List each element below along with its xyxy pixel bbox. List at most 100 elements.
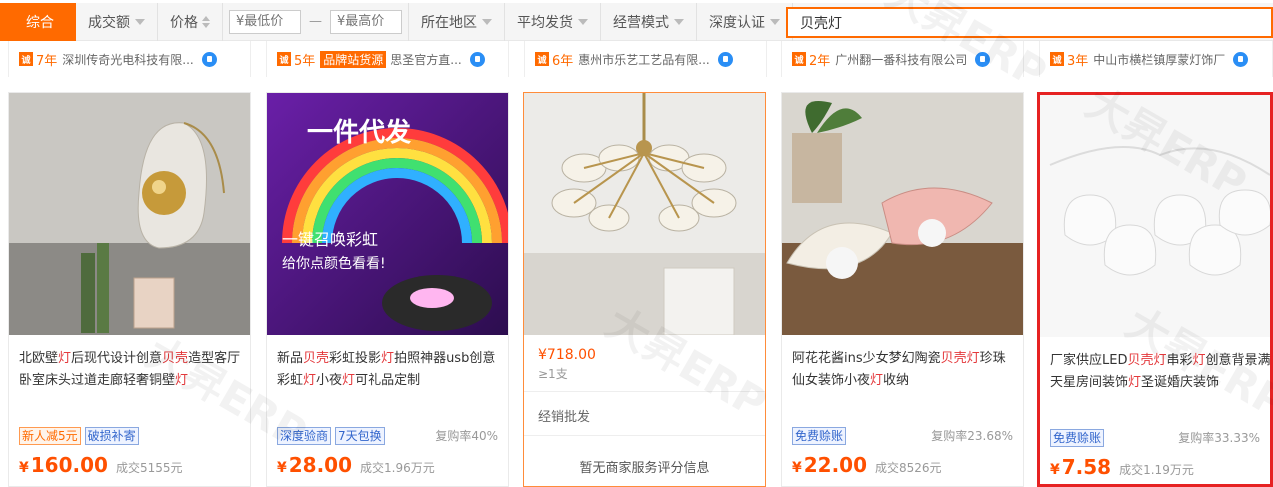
title-keyword: 贝壳 <box>303 351 330 366</box>
product-tags: 免费赊账 <box>792 427 847 445</box>
supplier-name[interactable]: 中山市横栏镇厚蒙灯饰厂 <box>1093 51 1225 68</box>
supplier-row: 诚 7年 深圳传奇光电科技有限... 诚 5年 品牌站货源 思圣官方直... 诚… <box>0 41 1273 77</box>
title-part: 新品 <box>277 351 304 366</box>
trust-badge-icon: 诚 <box>277 52 291 66</box>
chevron-down-icon <box>482 18 492 25</box>
title-keyword: 灯 <box>870 373 884 388</box>
sold-amount: 成交5155元 <box>115 461 183 475</box>
product-price: ¥718.00 <box>538 347 596 363</box>
region-filter[interactable]: 所在地区 <box>409 2 505 41</box>
chat-icon[interactable] <box>201 51 217 67</box>
price-value: 7.58 <box>1061 455 1112 479</box>
price-range: — <box>223 2 409 41</box>
product-price: ¥7.58 <box>1050 455 1111 479</box>
search-input[interactable] <box>800 14 1271 31</box>
title-part: 厂家供应LED <box>1050 353 1128 368</box>
chat-icon[interactable] <box>975 51 991 67</box>
product-title[interactable]: 厂家供应LED贝壳灯串彩灯创意背景满天星房间装饰灯圣诞婚庆装饰 <box>1050 350 1273 394</box>
supplier-info[interactable]: 诚 3年 中山市横栏镇厚蒙灯饰厂 <box>1039 41 1273 77</box>
biz-mode-filter[interactable]: 经营模式 <box>601 2 697 41</box>
supplier-info[interactable]: 诚 2年 广州翻一番科技有限公司 <box>781 41 1024 77</box>
product-card-selected[interactable]: 厂家供应LED贝壳灯串彩灯创意背景满天星房间装饰灯圣诞婚庆装饰 免费赊账 复购率… <box>1037 92 1273 487</box>
title-part: 北欧壁 <box>19 351 59 366</box>
price-line: ¥22.00 成交8526元 <box>792 453 942 477</box>
trust-badge-icon: 诚 <box>792 52 806 66</box>
title-part: 可礼品定制 <box>355 373 421 388</box>
avg-ship-filter[interactable]: 平均发货 <box>505 2 601 41</box>
title-part: 圣诞婚庆装饰 <box>1141 375 1220 390</box>
sold-amount: 成交1.96万元 <box>360 461 435 475</box>
product-title[interactable]: 北欧壁灯后现代设计创意贝壳造型客厅卧室床头过道走廊轻奢铜壁灯 <box>19 348 244 392</box>
supplier-name[interactable]: 惠州市乐艺工艺品有限... <box>578 51 709 68</box>
supplier-info[interactable]: 诚 6年 惠州市乐艺工艺品有限... <box>524 41 767 77</box>
price-max-input[interactable] <box>330 9 402 34</box>
caret-down-icon <box>135 18 145 25</box>
chat-icon[interactable] <box>717 51 733 67</box>
wholesale-label: 经销批发 <box>538 410 591 425</box>
product-title[interactable]: 新品贝壳彩虹投影灯拍照神器usb创意彩虹灯小夜灯可礼品定制 <box>277 348 502 392</box>
supplier-years: 2年 <box>809 53 831 69</box>
product-tags: 深度验商 7天包换 <box>277 427 385 445</box>
product-card[interactable]: 一件代发 一键召唤彩虹 给你点颜色看看! 新品贝壳彩虹投影灯拍照神器usb创意彩… <box>266 92 509 487</box>
price-line: ¥160.00 成交5155元 <box>19 453 182 477</box>
source-tag: 品牌站货源 <box>320 50 387 68</box>
title-keyword: 灯 <box>1192 353 1206 368</box>
title-part: 收纳 <box>883 373 910 388</box>
repurchase-rate: 复购率33.33% <box>1178 431 1260 445</box>
supplier-name[interactable]: 广州翻一番科技有限公司 <box>835 51 967 68</box>
price-min-input[interactable] <box>229 9 301 34</box>
image-text: 一键召唤彩虹 <box>282 230 378 249</box>
chat-icon[interactable] <box>1233 51 1249 67</box>
title-keyword: 贝壳灯 <box>940 351 980 366</box>
currency-symbol: ¥ <box>1050 462 1060 478</box>
supplier-years: 5年 <box>294 53 316 69</box>
supplier-info[interactable]: 诚 5年 品牌站货源 思圣官方直... <box>266 41 509 77</box>
supplier-name[interactable]: 深圳传奇光电科技有限... <box>62 51 193 68</box>
title-keyword: 灯 <box>175 373 189 388</box>
sort-volume-tab[interactable]: 成交额 <box>76 2 158 41</box>
product-tags: 免费赊账 <box>1050 429 1105 447</box>
supplier-years: 6年 <box>552 53 574 69</box>
region-label: 所在地区 <box>421 14 477 31</box>
title-keyword: 灯 <box>58 351 72 366</box>
title-keyword: 灯 <box>381 351 395 366</box>
deep-cert-filter[interactable]: 深度认证 <box>697 2 793 41</box>
sort-price-label: 价格 <box>170 14 198 31</box>
title-keyword: 贝壳灯 <box>1127 353 1167 368</box>
min-order: ≥1支 <box>538 367 568 381</box>
supplier-info[interactable]: 诚 7年 深圳传奇光电科技有限... <box>8 41 251 77</box>
sort-default-tab[interactable]: 综合 <box>0 2 76 41</box>
image-text: 给你点颜色看看! <box>282 255 386 272</box>
title-part: 串彩 <box>1166 353 1193 368</box>
product-image[interactable] <box>782 93 1023 335</box>
product-image[interactable] <box>1040 95 1270 337</box>
promo-tag: 新人减5元 <box>19 427 81 445</box>
sold-amount: 成交1.19万元 <box>1119 463 1194 477</box>
product-image[interactable]: 一件代发 一键召唤彩虹 给你点颜色看看! <box>267 93 508 335</box>
price-line: ¥7.58 成交1.19万元 <box>1050 455 1194 479</box>
product-price: ¥28.00 <box>277 453 352 477</box>
product-card[interactable]: 阿花花酱ins少女梦幻陶瓷贝壳灯珍珠仙女装饰小夜灯收纳 免费赊账 复购率23.6… <box>781 92 1024 487</box>
chat-icon[interactable] <box>469 51 485 67</box>
product-card[interactable]: 北欧壁灯后现代设计创意贝壳造型客厅卧室床头过道走廊轻奢铜壁灯 新人减5元 破损补… <box>8 92 251 487</box>
product-image[interactable] <box>524 93 765 335</box>
product-title[interactable]: 阿花花酱ins少女梦幻陶瓷贝壳灯珍珠仙女装饰小夜灯收纳 <box>792 348 1017 392</box>
no-score-text: 暂无商家服务评分信息 <box>579 461 710 476</box>
currency-symbol: ¥ <box>19 460 29 476</box>
trust-badge-icon: 诚 <box>1050 52 1064 66</box>
price-dash: — <box>309 14 322 29</box>
image-text: 一件代发 <box>307 117 411 148</box>
service-tag: 免费赊账 <box>1050 429 1105 447</box>
repurchase-rate: 复购率23.68% <box>931 429 1013 443</box>
title-keyword: 贝壳 <box>162 351 189 366</box>
sort-price-tab[interactable]: 价格 <box>158 2 223 41</box>
price-value: 28.00 <box>288 453 353 477</box>
service-tag: 破损补寄 <box>84 427 139 445</box>
title-part: 后现代设计创意 <box>71 351 163 366</box>
supplier-name[interactable]: 思圣官方直... <box>390 51 461 68</box>
title-keyword: 灯 <box>303 373 317 388</box>
product-price: ¥22.00 <box>792 453 867 477</box>
product-image[interactable] <box>9 93 250 335</box>
product-card[interactable]: ¥718.00 ≥1支 经销批发 暂无商家服务评分信息 <box>523 92 766 487</box>
sold-amount: 成交8526元 <box>875 461 942 475</box>
